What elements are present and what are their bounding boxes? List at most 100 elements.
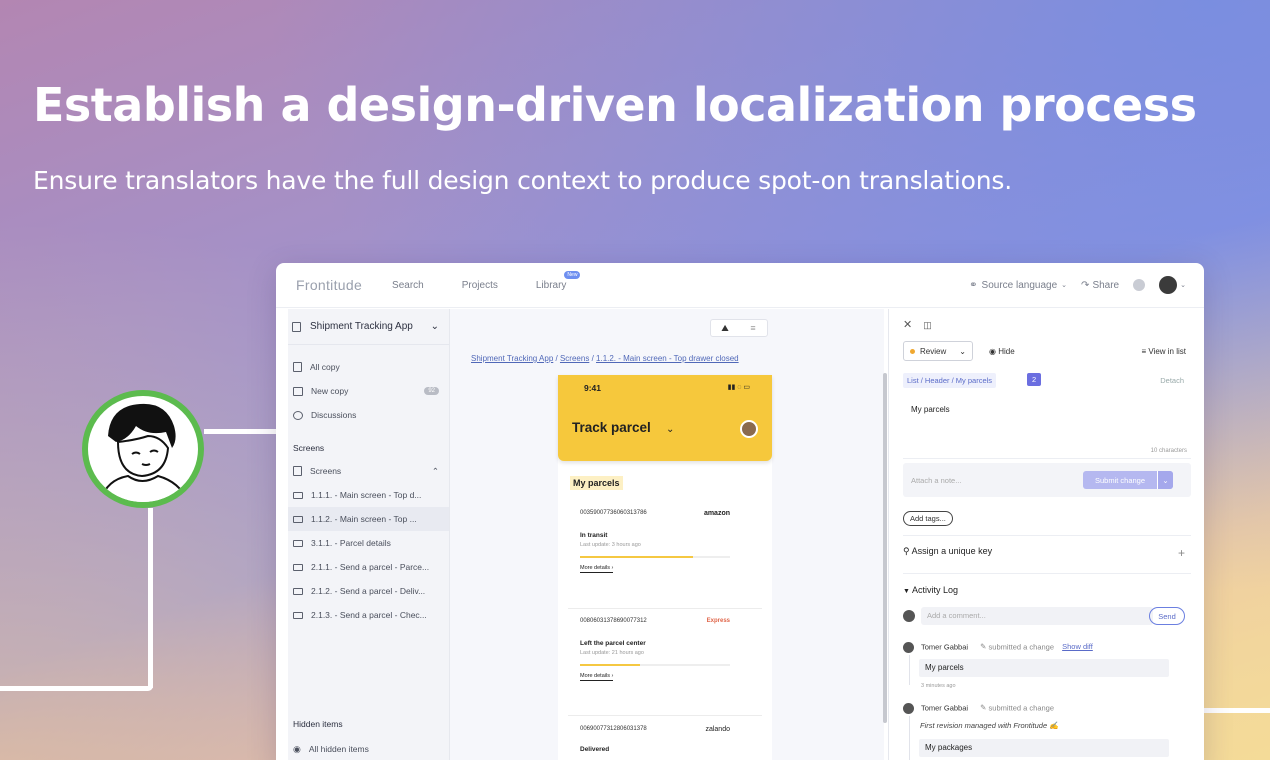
connector-line — [204, 429, 277, 434]
view-toggle[interactable]: ⛰ ≡ — [710, 319, 768, 337]
note-input[interactable]: Attach a note... — [911, 476, 961, 485]
monitor-icon — [293, 611, 303, 619]
status-dot — [910, 348, 915, 354]
sidebar-item-screen-active[interactable]: 1.1.2. - Main screen - Top ... — [288, 507, 449, 531]
breadcrumb-project[interactable]: Shipment Tracking App — [471, 354, 553, 363]
screens-header: Screens — [293, 443, 325, 453]
user-menu[interactable]: ⌄ — [1159, 276, 1186, 294]
divider — [568, 608, 762, 609]
sidebar-item-all-hidden[interactable]: ◉ All hidden items — [288, 737, 449, 760]
folder-icon — [293, 466, 302, 476]
log-note: First revision managed with Frontitude ✍ — [920, 721, 1059, 730]
document-icon — [293, 362, 302, 372]
monitor-icon — [293, 491, 303, 499]
sidebar-item-screen[interactable]: 2.1.1. - Send a parcel - Parce... — [288, 555, 449, 579]
more-details-link[interactable]: More details › — [580, 565, 614, 573]
close-icon[interactable]: ✕ — [903, 319, 912, 331]
count-badge: 92 — [424, 387, 439, 395]
parcel-card[interactable]: 00806031378690077312 Express Left the pa… — [580, 618, 750, 681]
hide-label: Hide — [998, 347, 1015, 356]
user-illustration-avatar — [82, 390, 204, 508]
log-user: Tomer Gabbai — [920, 642, 969, 652]
breadcrumb-screens[interactable]: Screens — [560, 354, 589, 363]
activity-log-label: Activity Log — [911, 585, 958, 595]
assign-key-row[interactable]: ⚲ Assign a unique key + — [903, 546, 1185, 560]
assign-key-label: Assign a unique key — [911, 546, 993, 556]
phone-title[interactable]: Track parcel — [572, 420, 651, 435]
screen-label: 2.1.3. - Send a parcel - Chec... — [311, 610, 427, 620]
copy-text-editor[interactable]: My parcels 10 characters — [903, 399, 1191, 459]
detach-button[interactable]: Detach — [1160, 376, 1184, 385]
sidebar: Shipment Tracking App ⌄ All copy New cop… — [288, 309, 450, 760]
chevron-down-icon: ⌄ — [430, 321, 439, 332]
image-view-icon[interactable]: ⛰ — [711, 320, 739, 336]
nav-projects[interactable]: Projects — [462, 280, 498, 291]
hero-title: Establish a design-driven localization p… — [33, 78, 1197, 132]
sidebar-item-all-copy[interactable]: All copy — [288, 355, 449, 379]
phone-mockup: 9:41 ▮▮ ◌ ▭ Track parcel ⌄ My parcels 00… — [558, 375, 772, 760]
parcel-card[interactable]: 00359007736060313786 amazon In transit L… — [580, 510, 750, 573]
project-name: Shipment Tracking App — [310, 321, 413, 332]
component-key-chip[interactable]: List / Header / My parcels — [903, 373, 997, 388]
list-icon: ≡ — [1141, 347, 1147, 356]
share-icon: ↷ — [1081, 279, 1090, 291]
breadcrumb-screen[interactable]: 1.1.2. - Main screen - Top drawer closed — [596, 354, 739, 363]
note-row: Attach a note... Submit change ⌄ — [903, 463, 1191, 497]
submit-label: Submit change — [1094, 475, 1146, 485]
plus-icon[interactable]: + — [1178, 546, 1185, 560]
expand-icon[interactable]: ◫ — [923, 320, 932, 330]
chevron-down-icon: ⌄ — [959, 346, 966, 356]
avatar — [903, 642, 914, 653]
project-selector[interactable]: Shipment Tracking App ⌄ — [288, 309, 449, 345]
hide-button[interactable]: ◉ Hide — [989, 347, 1015, 356]
sidebar-item-screen[interactable]: 3.1.1. - Parcel details — [288, 531, 449, 555]
instances-count-badge: 2 — [1027, 373, 1042, 386]
review-status-dropdown[interactable]: Review ⌄ — [903, 341, 973, 361]
parcel-updated: Last update: 21 hours ago — [580, 650, 644, 656]
signal-wifi-battery-icon: ▮▮ ◌ ▭ — [727, 384, 750, 391]
parcel-progress — [580, 556, 730, 558]
source-language-dropdown[interactable]: ⚭ Source language ⌄ — [969, 280, 1067, 291]
add-tags-button[interactable]: Add tags... — [903, 511, 953, 526]
parcel-progress-fill — [580, 556, 693, 558]
comment-input[interactable]: Add a comment... — [921, 607, 1153, 625]
log-entry: Tomer Gabbai ✎ submitted a change Show d… — [903, 642, 1185, 653]
monitor-icon — [293, 515, 303, 523]
sidebar-item-screen[interactable]: 2.1.3. - Send a parcel - Chec... — [288, 603, 449, 627]
share-button[interactable]: ↷ Share — [1081, 280, 1119, 291]
log-value: My packages — [919, 739, 1169, 757]
nav-search[interactable]: Search — [392, 280, 424, 291]
log-thread-line — [909, 655, 910, 685]
sidebar-item-label: New copy — [311, 386, 349, 396]
screens-group-label: Screens — [310, 466, 342, 476]
frontitude-logo[interactable]: Frontitude — [296, 277, 362, 293]
screen-label: 2.1.2. - Send a parcel - Deliv... — [311, 586, 426, 596]
view-in-list-button[interactable]: ≡ View in list — [1141, 347, 1186, 356]
canvas-scrollbar[interactable] — [883, 373, 887, 723]
text-view-icon[interactable]: ≡ — [739, 320, 767, 336]
parcel-card[interactable]: 00690077312806031378 zalando Delivered — [580, 726, 750, 753]
source-language-label: Source language — [981, 279, 1058, 291]
submit-change-button[interactable]: Submit change ⌄ — [1083, 471, 1173, 489]
carrier-logo: Express — [706, 618, 730, 624]
screens-group-toggle[interactable]: Screens ⌃ — [288, 459, 449, 483]
sidebar-item-screen[interactable]: 2.1.2. - Send a parcel - Deliv... — [288, 579, 449, 603]
comment-row: Add a comment... Send — [903, 607, 1185, 625]
divider — [568, 715, 762, 716]
send-button[interactable]: Send — [1149, 607, 1185, 625]
show-diff-link[interactable]: Show diff — [1062, 642, 1093, 651]
parcel-progress-fill — [580, 664, 640, 666]
monitor-icon — [293, 539, 303, 547]
sidebar-item-screen[interactable]: 1.1.1. - Main screen - Top d... — [288, 483, 449, 507]
activity-log-header[interactable]: ▼ Activity Log — [903, 585, 958, 595]
phone-section-title[interactable]: My parcels — [570, 476, 623, 490]
log-action: submitted a change — [988, 703, 1055, 713]
sidebar-item-discussions[interactable]: Discussions — [288, 403, 449, 427]
help-icon[interactable] — [1133, 279, 1146, 291]
sidebar-item-new-copy[interactable]: New copy 92 — [288, 379, 449, 403]
more-details-link[interactable]: More details › — [580, 673, 614, 681]
chevron-down-icon[interactable]: ⌄ — [1157, 471, 1173, 489]
review-label: Review — [920, 346, 947, 356]
nav-library[interactable]: Library New — [536, 270, 581, 291]
connector-line — [1204, 708, 1270, 713]
